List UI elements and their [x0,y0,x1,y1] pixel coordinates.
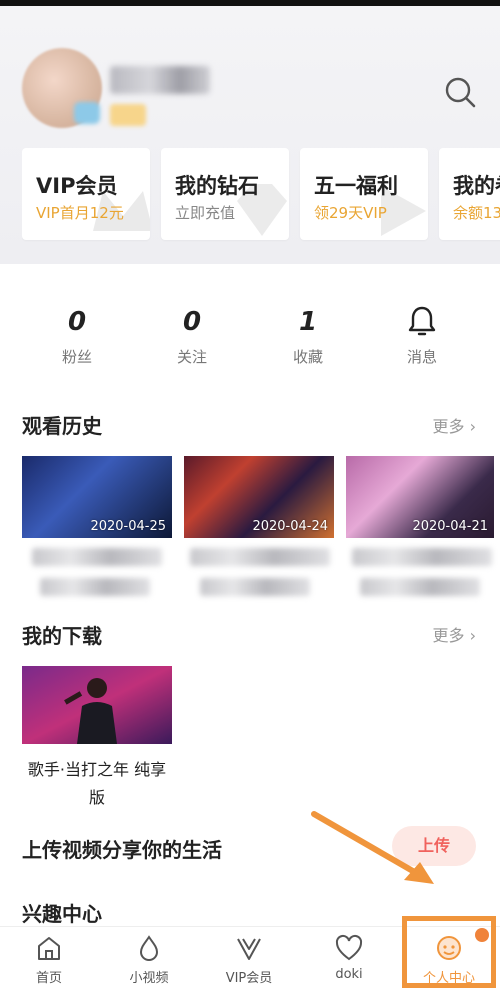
avatar-badge [74,102,100,124]
upload-title: 上传视频分享你的生活 [22,838,222,862]
card-vip[interactable]: VIP会员 VIP首月12元 [22,148,150,240]
card-subtitle: 领29天VIP [314,204,387,222]
history-thumb-3[interactable]: 2020-04-21 [346,456,494,538]
stat-fans[interactable]: 0 粉丝 [32,300,122,367]
username-blurred[interactable] [110,66,210,94]
card-subtitle: VIP首月12元 [36,204,124,222]
level-badge-blurred [110,104,146,126]
thumb-date: 2020-04-24 [252,519,328,534]
downloads-title: 我的下载 [22,624,102,648]
stat-messages[interactable]: 消息 [377,300,467,367]
stat-value: 0 [67,307,87,337]
nav-home[interactable]: 首页 [4,933,94,986]
notification-dot [475,928,489,942]
history-title-blurred [190,548,330,566]
card-welfare[interactable]: 五一福利 领29天VIP [300,148,428,240]
card-title: 我的钻石 [175,174,259,198]
stat-favorites[interactable]: 1 收藏 [263,300,353,367]
vip-icon [234,933,264,963]
card-diamond[interactable]: 我的钻石 立即充值 [161,148,289,240]
history-title-blurred [352,548,492,566]
doki-heart-icon [334,933,364,963]
card-title: VIP会员 [36,174,118,198]
home-icon [34,933,64,963]
card-title: 五一福利 [314,174,398,198]
nav-short-video[interactable]: 小视频 [104,933,194,986]
card-subtitle: 余额13 [453,204,500,222]
nav-doki[interactable]: doki [304,933,394,982]
more-label: 更多 [432,626,465,645]
stat-label: 关注 [176,348,207,366]
card-title: 我的卷 [453,174,500,198]
feature-cards: VIP会员 VIP首月12元 我的钻石 立即充值 五一福利 领29天VIP 我的… [22,148,500,244]
history-more-link[interactable]: 更多 › [433,413,477,437]
history-title: 观看历史 [22,414,102,438]
download-item-title[interactable]: 歌手·当打之年 纯享版 [22,756,172,812]
thumb-date: 2020-04-25 [90,519,166,534]
interest-title: 兴趣中心 [22,902,102,926]
search-icon[interactable] [442,74,478,110]
more-label: 更多 [432,417,465,436]
card-coupon[interactable]: 我的卷 余额13 [439,148,500,240]
nav-label: 小视频 [129,971,169,986]
bell-icon [377,300,467,340]
stat-value: 1 [298,307,318,337]
download-thumb[interactable] [22,666,172,744]
thumb-date: 2020-04-21 [412,519,488,534]
annotation-arrow [311,811,434,884]
history-subtitle-blurred [200,578,310,596]
downloads-more-link[interactable]: 更多 › [433,622,477,646]
nav-label: 首页 [35,971,62,986]
stat-following[interactable]: 0 关注 [147,300,237,367]
history-subtitle-blurred [360,578,480,596]
history-title-blurred [32,548,162,566]
profile-header: VIP会员 VIP首月12元 我的钻石 立即充值 五一福利 领29天VIP 我的… [0,6,500,264]
nav-label: doki [335,967,363,982]
history-thumb-1[interactable]: 2020-04-25 [22,456,172,538]
drop-icon [134,933,164,963]
history-subtitle-blurred [40,578,150,596]
nav-vip[interactable]: VIP会员 [204,933,294,986]
history-thumb-2[interactable]: 2020-04-24 [184,456,334,538]
stat-value: 0 [182,307,202,337]
nav-label: VIP会员 [225,971,273,986]
stat-label: 粉丝 [61,348,92,366]
stats-row: 0 粉丝 0 关注 1 收藏 消息 [0,300,500,372]
stat-label: 消息 [406,348,437,366]
stat-label: 收藏 [292,348,323,366]
annotation-highlight-box [402,916,496,988]
card-subtitle: 立即充值 [175,204,236,222]
